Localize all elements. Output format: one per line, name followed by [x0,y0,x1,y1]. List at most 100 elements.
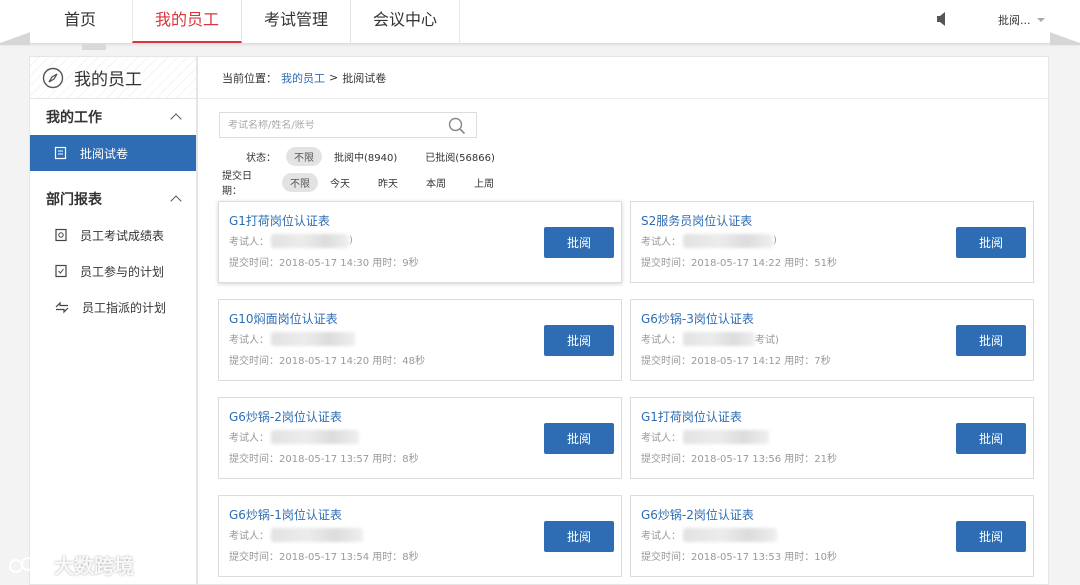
nav-meeting-center[interactable]: 会议中心 [351,0,461,43]
plan-icon [55,264,67,278]
report-icon [55,228,67,242]
user-menu[interactable]: 批阅... [998,12,1045,28]
exam-card: G10焖面岗位认证表 考试人： 提交时间：2018-05-17 14:20 用时… [218,299,622,381]
examinee-label: 考试人： [229,335,269,346]
examinee: 考试人： [641,527,777,542]
breadcrumb: 当前位置： 我的员工 > 批阅试卷 [198,57,1048,99]
date-option-this-week[interactable]: 本周 [426,175,446,190]
sidebar-item-label: 批阅试卷 [80,146,129,161]
exam-card: G6炒锅-2岗位认证表 考试人： 提交时间：2018-05-17 13:53 用… [630,495,1034,577]
chevron-up-icon [170,113,182,125]
submit-meta: 提交时间：2018-05-17 13:56 用时：21秒 [641,454,838,465]
exam-title[interactable]: G10焖面岗位认证表 [229,310,338,327]
exam-title[interactable]: G6炒锅-3岗位认证表 [641,310,754,327]
exam-card: S2服务员岗位认证表 考试人：) 提交时间：2018-05-17 14:22 用… [630,201,1034,283]
submit-meta: 提交时间：2018-05-17 14:30 用时：9秒 [229,258,419,269]
top-navbar: 首页 我的员工 考试管理 会议中心 批阅... [0,0,1080,45]
examinee: 考试人： [229,429,359,444]
status-option-any[interactable]: 不限 [286,147,322,166]
review-button[interactable]: 批阅 [956,325,1026,356]
examinee-label: 考试人： [229,237,269,248]
submit-meta: 提交时间：2018-05-17 13:54 用时：8秒 [229,552,419,563]
date-option-any[interactable]: 不限 [282,172,318,192]
submit-meta: 提交时间：2018-05-17 13:57 用时：8秒 [229,454,419,465]
breadcrumb-link-my-staff[interactable]: 我的员工 [281,70,325,86]
review-button[interactable]: 批阅 [956,227,1026,258]
sidebar-item-label: 员工指派的计划 [82,300,167,315]
sidebar-item-exam-scores[interactable]: 员工考试成绩表 [30,217,196,253]
exam-card: G1打荷岗位认证表 考试人：) 提交时间：2018-05-17 14:30 用时… [218,201,622,283]
redacted-name [271,233,349,248]
paper-edit-icon [54,146,67,160]
sidebar-group-dept-reports[interactable]: 部门报表 [30,181,196,217]
examinee: 考试人： 考试) [641,331,779,346]
exam-card: G6炒锅-3岗位认证表 考试人： 考试) 提交时间：2018-05-17 14:1… [630,299,1034,381]
examinee-label: 考试人： [229,531,269,542]
review-button[interactable]: 批阅 [956,521,1026,552]
redacted-name [683,429,769,444]
search-box [219,112,477,138]
exam-title[interactable]: G6炒锅-2岗位认证表 [641,506,754,523]
assign-icon [55,301,69,314]
examinee-label: 考试人： [229,433,269,444]
exam-title[interactable]: G1打荷岗位认证表 [641,408,742,425]
date-filter-label: 提交日期： [222,171,252,197]
watermark: 大数跨境 [8,550,134,579]
exam-card: G6炒锅-2岗位认证表 考试人： 提交时间：2018-05-17 13:57 用… [218,397,622,479]
review-button[interactable]: 批阅 [956,423,1026,454]
review-button[interactable]: 批阅 [544,325,614,356]
date-option-last-week[interactable]: 上周 [474,175,494,190]
breadcrumb-separator: > [329,71,339,84]
submit-meta: 提交时间：2018-05-17 14:20 用时：48秒 [229,356,426,367]
nav-my-staff[interactable]: 我的员工 [132,0,243,43]
nav-exam-manage[interactable]: 考试管理 [242,0,352,43]
sidebar-group-label: 部门报表 [46,192,102,208]
review-button[interactable]: 批阅 [544,423,614,454]
status-option-reviewing[interactable]: 批阅中(8940) [334,149,397,164]
chevron-up-icon [170,195,182,207]
speaker-icon[interactable] [936,12,948,26]
status-filter-label: 状态： [246,153,276,164]
examinee-tail: ) [349,235,353,246]
redacted-name [271,527,363,542]
date-option-today[interactable]: 今天 [330,175,350,190]
watermark-text: 大数跨境 [54,554,134,578]
exam-title[interactable]: G1打荷岗位认证表 [229,212,330,229]
sidebar-item-review-papers[interactable]: 批阅试卷 [30,135,196,171]
examinee: 考试人： [229,331,355,346]
review-button[interactable]: 批阅 [544,521,614,552]
exam-card: G1打荷岗位认证表 考试人： 提交时间：2018-05-17 13:56 用时：… [630,397,1034,479]
user-name: 批阅... [998,14,1031,27]
exam-card: G6炒锅-1岗位认证表 考试人： 提交时间：2018-05-17 13:54 用… [218,495,622,577]
search-input[interactable] [228,119,448,131]
nav-home[interactable]: 首页 [28,0,132,43]
examinee-tail: ) [773,235,777,246]
breadcrumb-prefix: 当前位置： [222,71,277,85]
examinee: 考试人： [641,429,769,444]
exam-title[interactable]: G6炒锅-2岗位认证表 [229,408,342,425]
redacted-name [683,527,777,542]
compass-icon [42,67,64,88]
nav-indicator [82,44,106,50]
redacted-name [683,331,755,346]
main-panel: 当前位置： 我的员工 > 批阅试卷 状态： 不限 批阅中(8940) 已批阅(5… [197,56,1049,585]
breadcrumb-current: 批阅试卷 [342,71,387,85]
redacted-name [271,429,359,444]
sidebar-item-participated-plans[interactable]: 员工参与的计划 [30,253,196,289]
examinee-label: 考试人： [641,237,681,248]
redacted-name [683,233,773,248]
navbar-right-wing [1050,30,1080,45]
date-option-yesterday[interactable]: 昨天 [378,175,398,190]
sidebar-group-my-work[interactable]: 我的工作 [30,99,196,135]
search-icon[interactable] [448,117,466,135]
redacted-name [271,331,355,346]
exam-title[interactable]: G6炒锅-1岗位认证表 [229,506,342,523]
main-nav: 首页 我的员工 考试管理 会议中心 [28,0,461,43]
sidebar-item-assigned-plans[interactable]: 员工指派的计划 [30,289,196,325]
exam-title[interactable]: S2服务员岗位认证表 [641,212,752,229]
examinee-tail: 考试) [755,335,779,346]
status-option-reviewed[interactable]: 已批阅(56866) [425,149,495,164]
status-filter: 状态： 不限 批阅中(8940) 已批阅(56866) [222,147,523,166]
review-button[interactable]: 批阅 [544,227,614,258]
examinee-label: 考试人： [641,531,681,542]
